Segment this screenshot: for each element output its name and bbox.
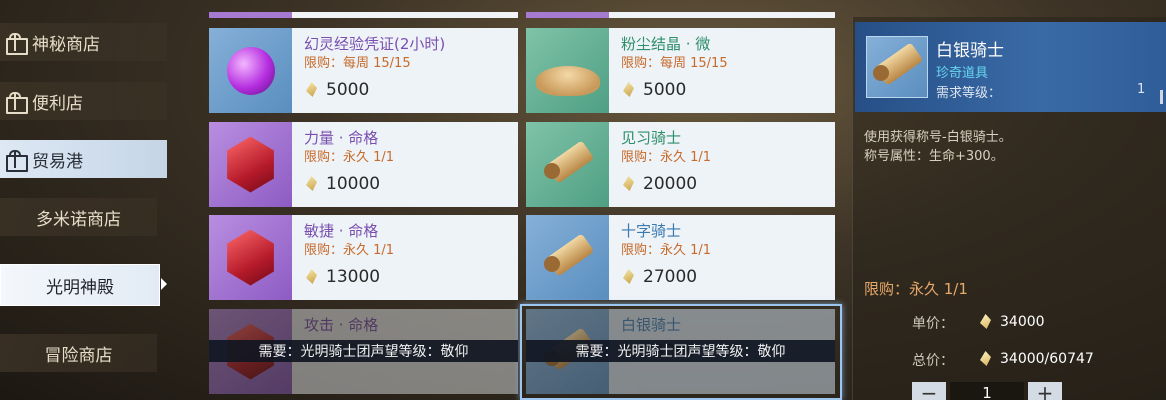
item-limit: 限购：永久 1/1 <box>304 150 395 165</box>
unit-price-value: 34000 <box>978 313 1045 331</box>
scroll-icon <box>869 39 925 95</box>
nav-item-adventure-shop[interactable]: 冒险商店 <box>0 334 157 372</box>
item-price: 5000 <box>643 80 687 100</box>
coin-icon <box>621 81 637 99</box>
purple-gem-icon <box>226 46 275 95</box>
item-thumbnail <box>526 215 609 300</box>
item-thumbnail <box>209 215 292 300</box>
coin-icon <box>978 350 994 368</box>
item-limit: 限购：永久 1/1 <box>621 150 712 165</box>
shop-item-card[interactable]: 幻灵经验凭证(2小时) 限购：每周 15/15 5000 <box>209 28 518 113</box>
description-line: 称号属性：生命+300。 <box>864 149 1004 164</box>
item-name: 力量 · 命格 <box>304 129 379 147</box>
shop-nav: 神秘商店 便利店 贸易港 多米诺商店 光明神殿 冒险商店 <box>0 0 200 400</box>
item-detail-level-value: 1 <box>1137 82 1146 97</box>
item-price: 10000 <box>326 174 381 194</box>
shop-item-card[interactable]: 力量 · 命格 限购：永久 1/1 10000 <box>209 122 518 207</box>
item-limit: 限购：永久 1/1 <box>304 243 395 258</box>
item-price: 13000 <box>326 267 381 287</box>
item-price: 20000 <box>643 174 698 194</box>
nav-item-label: 便利店 <box>32 93 83 114</box>
nav-item-mystery-shop[interactable]: 神秘商店 <box>0 23 167 61</box>
shop-item-card[interactable]: 粉尘结晶 · 微 限购：每周 15/15 5000 <box>526 28 835 113</box>
item-limit: 限购：永久 1/1 <box>621 243 712 258</box>
increase-button[interactable]: + <box>1028 382 1062 400</box>
item-limit: 限购：每周 15/15 <box>621 56 728 71</box>
item-thumbnail <box>526 28 609 113</box>
unit-price-text: 34000 <box>1000 314 1045 330</box>
coin-icon <box>978 313 994 331</box>
nav-item-label: 贸易港 <box>32 151 83 172</box>
item-name: 攻击 · 命格 <box>304 316 379 334</box>
item-thumbnail <box>209 122 292 207</box>
item-price: 27000 <box>643 267 698 287</box>
card-partial <box>526 12 835 18</box>
description-line: 使用获得称号-白银骑士。 <box>864 130 1012 145</box>
item-price: 5000 <box>326 80 370 100</box>
item-thumbnail <box>526 122 609 207</box>
nav-item-label: 冒险商店 <box>44 345 113 366</box>
selected-arrow-icon <box>161 278 167 290</box>
coin-icon <box>621 175 637 193</box>
item-name: 十字骑士 <box>621 222 682 240</box>
nav-item-domino-shop[interactable]: 多米诺商店 <box>0 198 157 236</box>
nav-item-convenience-store[interactable]: 便利店 <box>0 82 167 120</box>
nav-item-label: 神秘商店 <box>32 34 100 55</box>
item-name: 见习骑士 <box>621 129 682 147</box>
item-detail-level-label: 需求等级： <box>936 86 1002 101</box>
item-name: 幻灵经验凭证(2小时) <box>304 35 446 53</box>
item-detail-limit: 限购：永久 1/1 <box>864 280 968 298</box>
scroll-icon <box>540 230 596 286</box>
item-detail-description: 使用获得称号-白银骑士。 称号属性：生命+300。 <box>864 128 1012 166</box>
shop-item-card[interactable]: 敏捷 · 命格 限购：永久 1/1 13000 <box>209 215 518 300</box>
gift-icon <box>4 32 28 55</box>
coin-icon <box>304 81 320 99</box>
item-thumbnail <box>209 28 292 113</box>
coin-icon <box>304 268 320 286</box>
total-price-value: 34000/60747 <box>978 350 1094 368</box>
unit-price-label: 单价： <box>912 316 954 332</box>
card-partial <box>209 12 518 18</box>
scroll-icon <box>540 137 596 193</box>
item-detail-thumbnail <box>866 36 928 98</box>
decrease-button[interactable]: − <box>912 382 946 400</box>
shop-item-card[interactable]: 见习骑士 限购：永久 1/1 20000 <box>526 122 835 207</box>
sand-pile-icon <box>535 65 600 96</box>
quantity-stepper: − 1 + <box>912 382 1062 400</box>
scrollbar[interactable] <box>1160 90 1163 104</box>
quantity-field[interactable]: 1 <box>950 382 1024 400</box>
total-price-text: 34000/60747 <box>1000 351 1094 367</box>
item-detail-type: 珍奇道具 <box>936 66 989 81</box>
total-price-label: 总价： <box>912 353 954 369</box>
requirement-banner: 需要：光明骑士团声望等级：敬仰 <box>209 340 518 362</box>
item-name: 粉尘结晶 · 微 <box>621 35 711 53</box>
nav-item-trade-port[interactable]: 贸易港 <box>0 140 167 178</box>
coin-icon <box>621 268 637 286</box>
red-gem-icon <box>227 136 274 193</box>
gift-icon <box>4 149 28 172</box>
shop-item-card[interactable]: 十字骑士 限购：永久 1/1 27000 <box>526 215 835 300</box>
nav-item-label: 光明神殿 <box>46 277 114 298</box>
item-limit: 限购：每周 15/15 <box>304 56 411 71</box>
item-detail-name: 白银骑士 <box>936 41 1004 61</box>
nav-item-temple-of-light[interactable]: 光明神殿 <box>0 264 160 306</box>
coin-icon <box>304 175 320 193</box>
item-name: 敏捷 · 命格 <box>304 222 379 240</box>
gift-icon <box>4 91 28 114</box>
nav-item-label: 多米诺商店 <box>36 209 121 230</box>
red-gem-icon <box>227 229 274 286</box>
requirement-banner: 需要：光明骑士团声望等级：敬仰 <box>526 340 835 362</box>
